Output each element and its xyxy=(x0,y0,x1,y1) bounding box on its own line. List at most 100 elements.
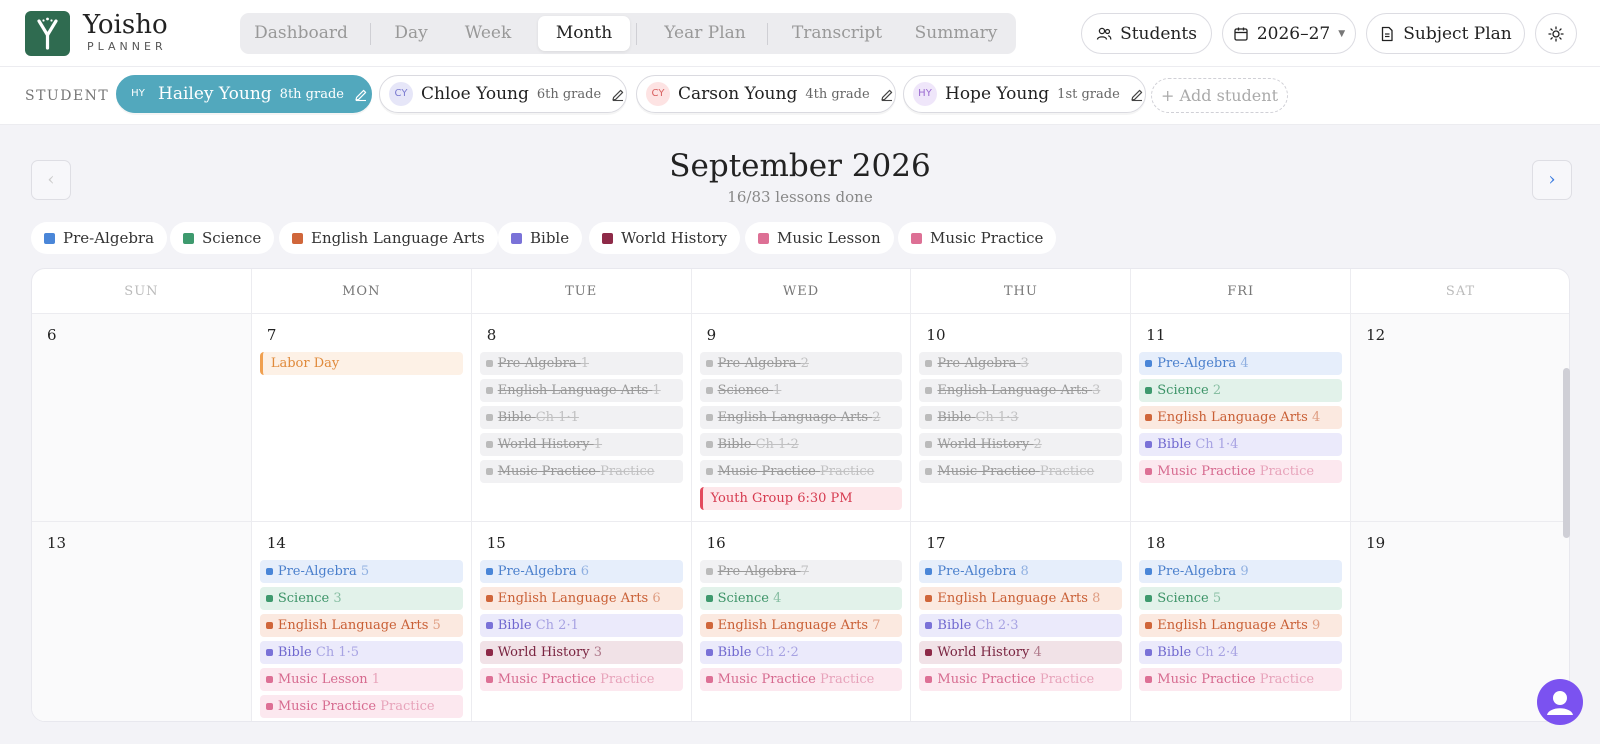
legend-swatch xyxy=(911,232,922,244)
lesson-item[interactable]: Science 2 xyxy=(1139,379,1343,402)
lesson-item[interactable]: Pre-Algebra 9 xyxy=(1139,560,1343,583)
lesson-item[interactable]: Bible Ch 1·2 xyxy=(699,433,903,456)
lesson-item[interactable]: Pre-Algebra 1 xyxy=(479,352,683,375)
legend-item[interactable]: English Language Arts xyxy=(279,222,498,254)
lesson-item[interactable]: Music Practice Practice xyxy=(699,668,903,691)
holiday-event[interactable]: Labor Day xyxy=(259,352,463,375)
tab-dashboard[interactable]: Dashboard xyxy=(246,16,356,51)
lesson-item[interactable]: English Language Arts 1 xyxy=(479,379,683,402)
students-button[interactable]: Students xyxy=(1081,13,1212,54)
pencil-icon[interactable] xyxy=(611,87,625,102)
lesson-item[interactable]: English Language Arts 7 xyxy=(699,614,903,637)
subject-plan-button[interactable]: Subject Plan xyxy=(1366,13,1525,54)
day-cell[interactable]: 8 Pre-Algebra 1 English Language Arts 1 Bib… xyxy=(471,314,692,522)
lesson-item[interactable]: Science 3 xyxy=(259,587,463,610)
lesson-item[interactable]: English Language Arts 9 xyxy=(1139,614,1343,637)
tab-summary[interactable]: Summary xyxy=(900,16,1012,51)
day-cell[interactable]: 15 Pre-Algebra 6 English Language Arts 6 Bi… xyxy=(472,522,692,721)
student-chip[interactable]: HY Hope Young 1st grade xyxy=(903,75,1146,113)
scrollbar[interactable] xyxy=(1563,368,1570,538)
lesson-item[interactable]: Music Lesson 1 xyxy=(259,668,463,691)
legend-item[interactable]: World History xyxy=(589,222,741,254)
tab-year-plan[interactable]: Year Plan xyxy=(644,16,766,51)
lesson-item[interactable]: World History 4 xyxy=(919,641,1123,664)
lesson-item[interactable]: Pre-Algebra 3 xyxy=(919,352,1123,375)
tab-separator xyxy=(767,23,768,45)
lesson-item[interactable]: Science 5 xyxy=(1139,587,1343,610)
lesson-number: 1 xyxy=(652,383,661,398)
legend-item[interactable]: Music Practice xyxy=(898,222,1057,254)
lesson-item[interactable]: Bible Ch 1·1 xyxy=(479,406,683,429)
lesson-item[interactable]: Music Practice Practice xyxy=(1139,668,1343,691)
subject-dot xyxy=(925,568,933,575)
lesson-item[interactable]: Science 4 xyxy=(699,587,903,610)
tab-week[interactable]: Week xyxy=(448,16,528,51)
lesson-item[interactable]: Bible Ch 2·1 xyxy=(479,614,683,637)
day-cell[interactable]: 16 Pre-Algebra 7 Science 4 English Language… xyxy=(692,522,912,721)
day-cell[interactable]: 12 xyxy=(1351,314,1569,522)
lesson-item[interactable]: Music Practice Practice xyxy=(919,460,1123,483)
legend-item[interactable]: Music Lesson xyxy=(745,222,894,254)
lesson-item[interactable]: Bible Ch 2·2 xyxy=(699,641,903,664)
logo-icon[interactable] xyxy=(25,11,70,56)
lesson-item[interactable]: Science 1 xyxy=(699,379,903,402)
lesson-item[interactable]: Pre-Algebra 2 xyxy=(699,352,903,375)
lesson-label: Music Practice xyxy=(717,672,816,687)
student-chip[interactable]: HY Hailey Young 8th grade xyxy=(116,75,372,113)
lesson-item[interactable]: World History 3 xyxy=(479,641,683,664)
lesson-item[interactable]: Music Practice Practice xyxy=(919,668,1123,691)
student-chip[interactable]: CY Carson Young 4th grade xyxy=(636,75,896,113)
tab-transcript[interactable]: Transcript xyxy=(772,16,902,51)
add-student-button[interactable]: + Add student xyxy=(1151,78,1288,113)
lesson-item[interactable]: Pre-Algebra 4 xyxy=(1139,352,1343,375)
school-year-select[interactable]: 2026–27 ▼ xyxy=(1222,13,1356,54)
lesson-item[interactable]: Music Practice Practice xyxy=(699,460,903,483)
lesson-item[interactable]: Bible Ch 2·4 xyxy=(1139,641,1343,664)
lesson-item[interactable]: English Language Arts 5 xyxy=(259,614,463,637)
pencil-icon[interactable] xyxy=(1130,87,1144,102)
lesson-item[interactable]: English Language Arts 2 xyxy=(699,406,903,429)
day-cell[interactable]: 9 Pre-Algebra 2 Science 1 English Language … xyxy=(691,314,912,522)
chat-button[interactable] xyxy=(1537,679,1583,725)
lesson-item[interactable]: Music Practice Practice xyxy=(479,668,683,691)
lesson-item[interactable]: Bible Ch 1·5 xyxy=(259,641,463,664)
calendar-event[interactable]: Youth Group 6:30 PM xyxy=(699,487,903,510)
lesson-item[interactable]: English Language Arts 4 xyxy=(1139,406,1343,429)
day-cell[interactable]: 6 xyxy=(32,314,252,522)
day-cell[interactable]: 10 Pre-Algebra 3 English Language Arts 3 Bi… xyxy=(911,314,1132,522)
lesson-item[interactable]: Music Practice Practice xyxy=(259,695,463,718)
day-cell[interactable]: 7 Labor Day xyxy=(251,314,472,522)
lesson-item[interactable]: Bible Ch 2·3 xyxy=(919,614,1123,637)
lesson-item[interactable]: English Language Arts 8 xyxy=(919,587,1123,610)
lesson-item[interactable]: Bible Ch 1·3 xyxy=(919,406,1123,429)
lesson-item[interactable]: Pre-Algebra 5 xyxy=(259,560,463,583)
day-cell[interactable]: 17 Pre-Algebra 8 English Language Arts 8 Bi… xyxy=(911,522,1132,721)
legend-item[interactable]: Science xyxy=(170,222,275,254)
theme-toggle-button[interactable] xyxy=(1535,13,1577,54)
lesson-label: Bible xyxy=(1157,437,1192,452)
pencil-icon[interactable] xyxy=(354,87,368,102)
users-icon xyxy=(1096,27,1112,40)
student-chip[interactable]: CY Chloe Young 6th grade xyxy=(379,75,627,113)
lesson-item[interactable]: Bible Ch 1·4 xyxy=(1139,433,1343,456)
lesson-item[interactable]: English Language Arts 6 xyxy=(479,587,683,610)
tab-day[interactable]: Day xyxy=(376,16,446,51)
lesson-item[interactable]: English Language Arts 3 xyxy=(919,379,1123,402)
legend-item[interactable]: Pre-Algebra xyxy=(31,222,168,254)
day-cell[interactable]: 14 Pre-Algebra 5 Science 3 English Language… xyxy=(252,522,472,721)
lesson-item[interactable]: Pre-Algebra 8 xyxy=(919,560,1123,583)
lesson-item[interactable]: World History 1 xyxy=(479,433,683,456)
lesson-item[interactable]: World History 2 xyxy=(919,433,1123,456)
view-tabs: Dashboard Day Week Month Year Plan Trans… xyxy=(240,13,1016,54)
lesson-item[interactable]: Music Practice Practice xyxy=(1139,460,1343,483)
next-month-button[interactable]: › xyxy=(1532,160,1572,200)
day-cell[interactable]: 13 xyxy=(32,522,252,721)
day-cell[interactable]: 11 Pre-Algebra 4 Science 2 English Language… xyxy=(1131,314,1352,522)
lesson-item[interactable]: Pre-Algebra 6 xyxy=(479,560,683,583)
lesson-item[interactable]: Pre-Algebra 7 xyxy=(699,560,903,583)
tab-month[interactable]: Month xyxy=(538,16,630,51)
lesson-item[interactable]: Music Practice Practice xyxy=(479,460,683,483)
legend-item[interactable]: Bible xyxy=(498,222,583,254)
pencil-icon[interactable] xyxy=(880,87,894,102)
day-cell[interactable]: 18 Pre-Algebra 9 Science 5 English Language… xyxy=(1131,522,1352,721)
